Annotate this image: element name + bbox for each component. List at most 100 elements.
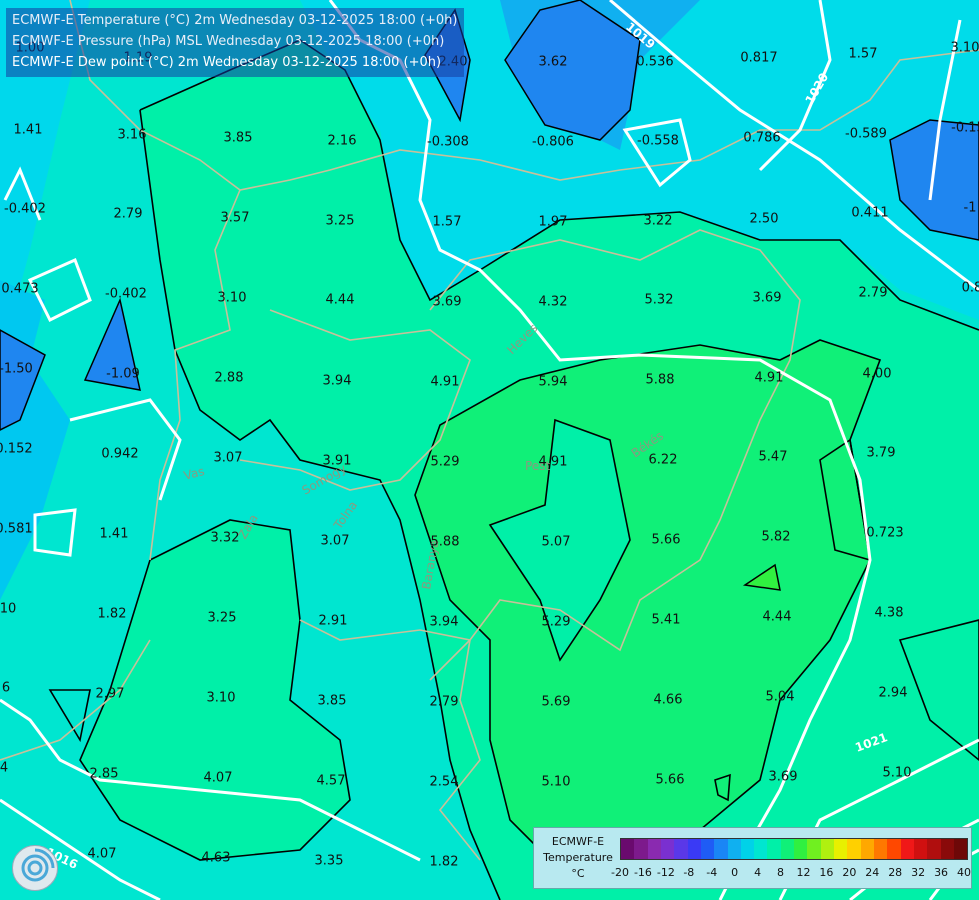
legend-tick: 12 <box>796 866 811 879</box>
value-label: 3.22 <box>644 214 673 229</box>
value-label: -1.50 <box>0 362 33 377</box>
value-label: 4.07 <box>88 847 117 862</box>
legend-swatch <box>927 839 941 859</box>
forecast-map: 1019 1020 1016 1021 Heves Pest Békés Vas… <box>0 0 979 900</box>
legend-tick: -16 <box>633 866 652 879</box>
legend-swatch <box>847 839 861 859</box>
legend-tick: 4 <box>754 866 762 879</box>
legend-swatch <box>740 839 755 859</box>
value-label: 0.723 <box>866 526 903 541</box>
value-label: 4.91 <box>431 375 460 390</box>
value-label: 3.69 <box>433 295 462 310</box>
value-label: 3.57 <box>221 211 250 226</box>
value-label: 3.91 <box>323 454 352 469</box>
value-label: 2.16 <box>328 134 357 149</box>
value-label: -0.15 <box>951 121 979 136</box>
value-label: 3.07 <box>214 451 243 466</box>
value-label: 0.8 <box>962 281 979 296</box>
legend-title-line: Temperature <box>543 851 613 864</box>
legend-tick: -4 <box>706 866 718 879</box>
value-label: 5.66 <box>656 773 685 788</box>
value-label: 3.85 <box>224 131 253 146</box>
legend-swatch <box>913 839 928 859</box>
value-label: 0.817 <box>740 51 777 66</box>
value-label: 4.38 <box>875 606 904 621</box>
legend-swatch <box>754 839 768 859</box>
legend-swatch <box>621 839 635 859</box>
value-label: 1.97 <box>539 215 568 230</box>
legend-swatch <box>794 839 808 859</box>
value-label: 4.91 <box>539 455 568 470</box>
legend-tick: -20 <box>611 866 629 879</box>
value-label: 2.91 <box>319 614 348 629</box>
value-label: 4 <box>0 761 8 776</box>
value-label: 0.942 <box>101 447 138 462</box>
value-label: 2.85 <box>90 767 119 782</box>
legend-title-line: ECMWF-E <box>551 835 605 848</box>
legend-swatch <box>700 839 715 859</box>
value-label: 2.50 <box>750 212 779 227</box>
value-label: 4.66 <box>654 693 683 708</box>
value-label: 3.25 <box>208 611 237 626</box>
value-label: 5.47 <box>759 450 788 465</box>
value-label: 1.41 <box>100 527 129 542</box>
legend-title: ECMWF-E Temperature °C <box>538 834 618 882</box>
value-label: 3.69 <box>753 291 782 306</box>
value-label: 3.25 <box>326 214 355 229</box>
legend-swatch <box>807 839 821 859</box>
color-legend: ECMWF-E Temperature °C -20 -16 -12 -8 -4 0 4 8 1… <box>533 827 972 889</box>
legend-swatch <box>780 839 795 859</box>
value-label: 3.85 <box>318 694 347 709</box>
layer-title-pressure[interactable]: ECMWF-E Pressure (hPa) MSL Wednesday 03-… <box>12 31 458 52</box>
value-label: 5.88 <box>646 373 675 388</box>
value-label: 3.69 <box>769 770 798 785</box>
value-label: 1.82 <box>430 855 459 870</box>
legend-swatch <box>834 839 848 859</box>
value-label: 1.41 <box>14 123 43 138</box>
value-label: 1.57 <box>849 47 878 62</box>
legend-swatch <box>767 839 781 859</box>
value-label: 2.54 <box>430 775 459 790</box>
value-label: 2.88 <box>215 371 244 386</box>
value-label: 0.473 <box>1 282 38 297</box>
value-label: -0.589 <box>845 127 887 142</box>
value-label: 5.10 <box>542 775 571 790</box>
value-label: -0.402 <box>4 202 46 217</box>
legend-title-line: °C <box>571 867 585 880</box>
value-label: 3.10 <box>951 41 979 56</box>
value-label: 6.22 <box>649 453 678 468</box>
value-label: -0.806 <box>532 135 574 150</box>
layer-title-dewpoint[interactable]: ECMWF-E Dew point (°C) 2m Wednesday 03-1… <box>12 52 458 73</box>
layer-title-temperature[interactable]: ECMWF-E Temperature (°C) 2m Wednesday 03… <box>12 10 458 31</box>
value-label: 0.411 <box>851 206 888 221</box>
value-label: 5.04 <box>766 690 795 705</box>
value-label: 4.57 <box>317 774 346 789</box>
value-label: 0.581 <box>0 522 33 537</box>
value-label: 3.32 <box>211 531 240 546</box>
value-label: 3.16 <box>118 128 147 143</box>
legend-swatch <box>687 839 701 859</box>
value-label: 4.44 <box>326 293 355 308</box>
legend-tick: 0 <box>731 866 739 879</box>
value-label: 2.79 <box>114 207 143 222</box>
value-label: 4.32 <box>539 295 568 310</box>
legend-swatch <box>647 839 661 859</box>
value-label: 5.10 <box>883 766 912 781</box>
legend-swatch <box>887 839 901 859</box>
value-label: -0.558 <box>637 134 679 149</box>
legend-swatch <box>860 839 874 859</box>
value-label: 2.97 <box>96 687 125 702</box>
legend-swatch <box>674 839 688 859</box>
value-label: 5.82 <box>762 530 791 545</box>
value-label: 1.57 <box>433 215 462 230</box>
value-label: 2.79 <box>859 286 888 301</box>
value-label: 5.94 <box>539 375 568 390</box>
value-label: 3.94 <box>430 615 459 630</box>
legend-tick: 40 <box>957 866 971 879</box>
value-label: 0.786 <box>743 131 780 146</box>
legend-swatch <box>634 839 648 859</box>
legend-tick: -12 <box>656 866 675 879</box>
legend-tick: 16 <box>819 866 834 879</box>
value-label: 3.62 <box>539 55 568 70</box>
value-label: 5.41 <box>652 613 681 628</box>
